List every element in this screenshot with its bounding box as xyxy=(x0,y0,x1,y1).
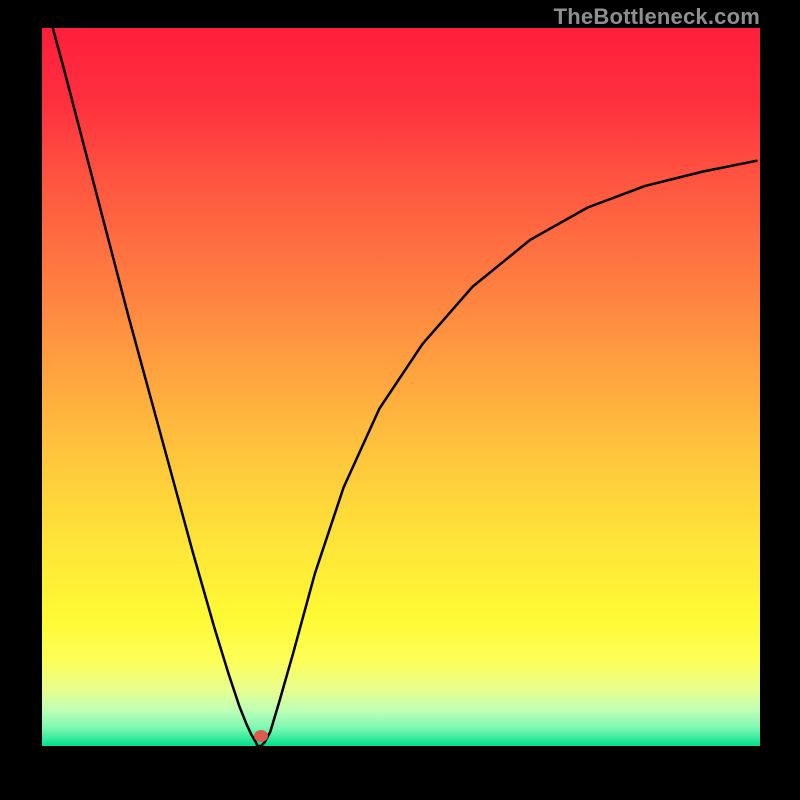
plot-area xyxy=(42,28,760,746)
watermark-text: TheBottleneck.com xyxy=(554,4,760,30)
optimal-point-marker xyxy=(254,730,268,742)
bottleneck-curve xyxy=(42,28,760,746)
chart-frame: TheBottleneck.com xyxy=(0,0,800,800)
